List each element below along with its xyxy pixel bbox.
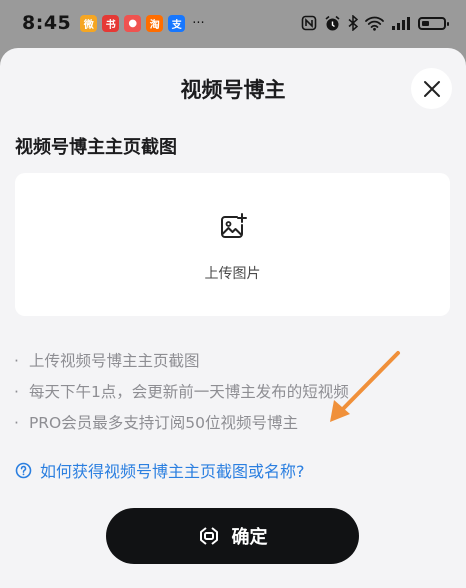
more-notifications-icon: ··· [192,15,205,31]
taobao-app-icon: 淘 [146,14,164,32]
tip-text: 上传视频号博主主页截图 [28,352,200,370]
list-item: · 上传视频号博主主页截图 [14,350,349,381]
dialog-title: 视频号博主 [180,78,286,102]
list-item: · 每天下午1点，会更新前一天博主发布的短视频 [14,381,349,412]
tips-list: · 上传视频号博主主页截图 · 每天下午1点，会更新前一天博主发布的短视频 · PRO… [14,350,349,443]
status-bar-right [301,15,449,32]
bullet: · [14,352,19,370]
upload-label: 上传图片 [204,266,261,282]
signal-icon [391,16,411,30]
image-add-icon [221,213,247,238]
status-bar: 8:45 微 书 ● 淘 支 ··· [0,0,466,46]
help-circle-icon [15,462,32,478]
nfc-icon [301,15,317,31]
annotation-arrow-icon [330,351,400,422]
red-app-icon: 书 [102,14,120,32]
battery-icon [418,16,449,30]
help-link-text[interactable]: 如何获得视频号博主主页截图或名称? [40,458,305,482]
list-item: · PRO会员最多支持订阅50位视频号博主 [14,412,349,443]
tip-text: 每天下午1点，会更新前一天博主发布的短视频 [28,383,349,401]
help-link[interactable]: 如何获得视频号博主主页截图或名称? [15,458,305,482]
confirm-icon [199,527,218,545]
close-button[interactable] [411,68,452,109]
tip-text: PRO会员最多支持订阅50位视频号博主 [28,414,298,432]
weibo-app-icon: 微 [80,14,98,32]
battery-level [422,20,429,26]
confirm-label[interactable]: 确定 [232,523,268,549]
status-time: 8:45 [22,12,72,34]
alipay-app-icon: 支 [168,14,186,32]
notify-app-icon: ● [124,14,142,32]
confirm-button[interactable]: 确定 [106,508,359,564]
bullet: · [14,383,19,401]
status-bar-left: 8:45 微 书 ● 淘 支 ··· [22,12,205,34]
wifi-icon [365,16,384,31]
close-icon [423,80,440,97]
section-label: 视频号博主主页截图 [15,137,177,158]
bluetooth-icon [348,15,358,31]
alarm-icon [324,15,341,32]
bottom-sheet: 视频号博主 视频号博主主页截图 上传图片 · 上传视频号博主主页截图 · 每天下午1… [0,48,466,588]
bullet: · [14,414,19,432]
upload-image-area[interactable]: 上传图片 [15,173,450,316]
